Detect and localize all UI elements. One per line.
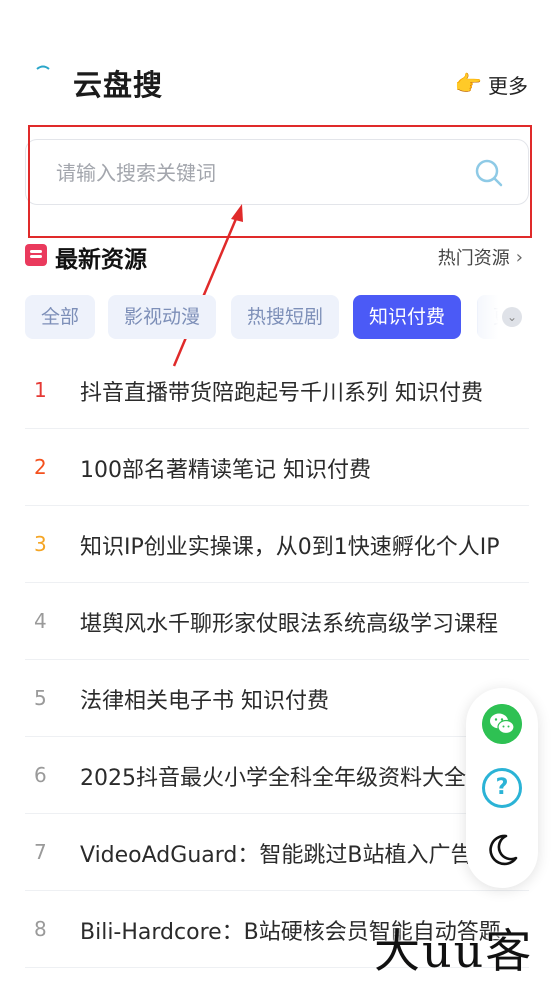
wechat-icon[interactable] [482, 704, 522, 744]
rank-number: 2 [34, 455, 47, 479]
list-item[interactable]: 4 堪舆风水千聊形家仗眼法系统高级学习课程 [25, 583, 529, 660]
moon-icon[interactable] [482, 830, 522, 870]
tab-paid-knowledge[interactable]: 知识付费 [353, 295, 462, 339]
bookmark-icon [25, 244, 47, 266]
tabs-expand[interactable]: ⌄ [478, 295, 529, 339]
watermark: 大uu客 [374, 924, 534, 978]
hot-resources-link[interactable]: 热门资源 › [438, 244, 523, 270]
more-label: 更多 [488, 74, 528, 98]
app-title: 云盘搜 [73, 68, 164, 102]
annotation-highlight-box [28, 125, 532, 238]
item-title[interactable]: 抖音直播带货陪跑起号千川系列 知识付费 [80, 375, 510, 407]
category-tabs: 全部 影视动漫 热搜短剧 知识付费 更 ⌄ [25, 295, 529, 339]
section-header: 最新资源 热门资源 › [25, 240, 529, 273]
tab-all[interactable]: 全部 [25, 295, 96, 339]
rank-number: 8 [34, 917, 47, 941]
item-title[interactable]: VideoAdGuard：智能跳过B站植入广告 [80, 837, 510, 869]
item-title[interactable]: 堪舆风水千聊形家仗眼法系统高级学习课程 [80, 606, 510, 638]
rank-number: 3 [34, 532, 47, 556]
list-item[interactable]: 1 抖音直播带货陪跑起号千川系列 知识付费 [25, 352, 529, 429]
pointing-hand-icon: 👉 [454, 71, 482, 97]
list-item[interactable]: 7 VideoAdGuard：智能跳过B站植入广告 [25, 814, 529, 891]
resource-list: 1 抖音直播带货陪跑起号千川系列 知识付费 2 100部名著精读笔记 知识付费 … [25, 352, 529, 968]
hot-resources-label: 热门资源 [437, 248, 510, 269]
item-title[interactable]: 100部名著精读笔记 知识付费 [80, 452, 510, 484]
rank-number: 6 [34, 763, 47, 787]
tab-hot-short-drama[interactable]: 热搜短剧 [231, 295, 340, 339]
floating-action-panel: ? [466, 688, 538, 888]
rank-number: 5 [34, 686, 47, 710]
help-icon[interactable]: ? [482, 768, 522, 808]
chevron-down-icon: ⌄ [502, 307, 522, 327]
chevron-right-icon: › [515, 246, 523, 268]
list-item[interactable]: 5 法律相关电子书 知识付费 [25, 660, 529, 737]
list-item[interactable]: 6 2025抖音最火小学全科全年级资料大全 [25, 737, 529, 814]
rank-number: 1 [34, 378, 47, 402]
more-button[interactable]: 👉 更多 [455, 70, 528, 99]
section-title: 最新资源 [55, 247, 147, 273]
tab-movies-anime[interactable]: 影视动漫 [108, 295, 217, 339]
rank-number: 7 [34, 840, 47, 864]
rank-number: 4 [34, 609, 47, 633]
list-item[interactable]: 3 知识IP创业实操课，从0到1快速孵化个人IP [25, 506, 529, 583]
item-title[interactable]: 知识IP创业实操课，从0到1快速孵化个人IP [80, 529, 510, 561]
header: 云盘搜 👉 更多 [0, 50, 554, 114]
logo-icon [36, 65, 50, 70]
list-item[interactable]: 2 100部名著精读笔记 知识付费 [25, 429, 529, 506]
item-title[interactable]: 2025抖音最火小学全科全年级资料大全 [80, 760, 510, 792]
item-title[interactable]: 法律相关电子书 知识付费 [80, 683, 510, 715]
